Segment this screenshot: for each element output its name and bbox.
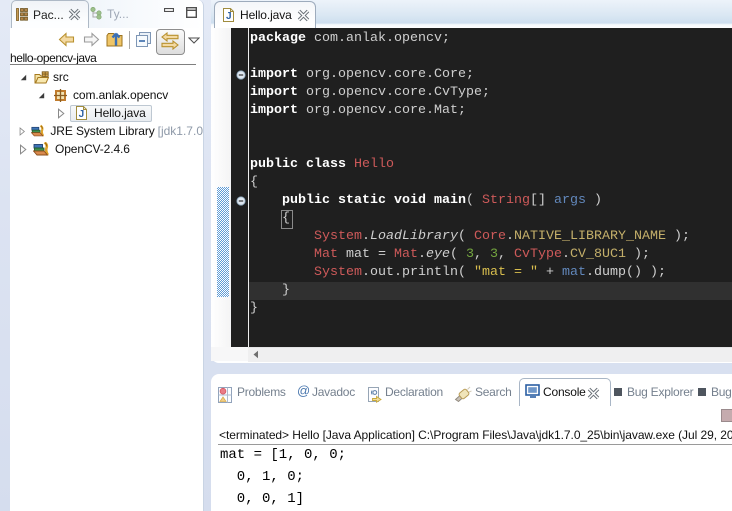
svg-text:J: J xyxy=(226,11,232,22)
svg-text:J: J xyxy=(79,109,85,120)
